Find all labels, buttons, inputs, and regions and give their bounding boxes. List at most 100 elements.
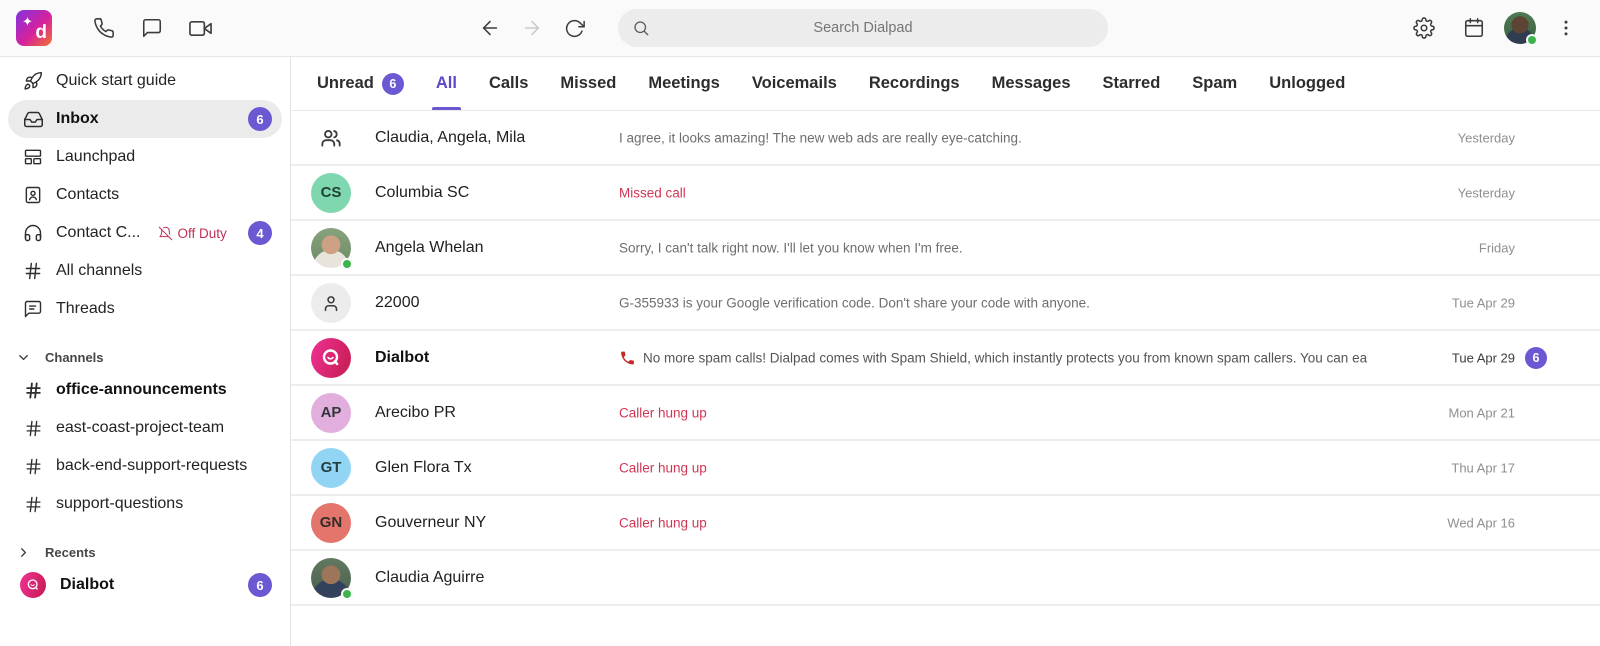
red-phone-icon <box>619 349 636 366</box>
refresh-button[interactable] <box>554 8 594 48</box>
sidebar-channel-support-questions[interactable]: support-questions <box>8 485 282 523</box>
tab-unread[interactable]: Unread 6 <box>317 57 404 110</box>
conversation-name: Angela Whelan <box>375 239 484 257</box>
unread-count-badge: 6 <box>248 107 272 131</box>
conversation-row[interactable]: GT Glen Flora Tx Caller hung up Thu Apr … <box>291 441 1600 496</box>
launchpad-icon <box>22 146 44 168</box>
video-button[interactable] <box>180 8 220 48</box>
conversation-row-dialbot[interactable]: Dialbot No more spam calls! Dialpad come… <box>291 331 1600 386</box>
settings-button[interactable] <box>1404 8 1444 48</box>
online-status-dot <box>1526 34 1538 46</box>
conversation-name: Dialbot <box>375 349 429 367</box>
dialpad-logo[interactable]: ✦ d <box>16 10 52 46</box>
sparkle-icon: ✦ <box>22 15 33 28</box>
conversation-row[interactable]: Claudia Aguirre <box>291 551 1600 606</box>
conversation-name: Gouverneur NY <box>375 514 486 532</box>
sidebar-item-threads[interactable]: Threads <box>8 290 282 328</box>
headset-icon <box>22 222 44 244</box>
forward-button[interactable] <box>512 8 552 48</box>
inbox-icon <box>22 108 44 130</box>
initials-avatar: CS <box>311 173 351 213</box>
contact-card-icon <box>22 184 44 206</box>
sidebar-item-all-channels[interactable]: All channels <box>8 252 282 290</box>
chevron-right-icon <box>16 545 31 560</box>
tab-voicemails[interactable]: Voicemails <box>752 57 837 110</box>
conversation-row[interactable]: Claudia, Angela, Mila I agree, it looks … <box>291 111 1600 166</box>
conversation-name: Arecibo PR <box>375 404 456 422</box>
inbox-tabs: Unread 6 All Calls Missed Meetings Voice… <box>291 57 1600 111</box>
sidebar-item-contact-center[interactable]: Contact C... Off Duty 4 <box>8 214 282 252</box>
conversation-name: Claudia Aguirre <box>375 569 484 587</box>
search-input[interactable] <box>618 9 1108 47</box>
conversation-preview: G-355933 is your Google verification cod… <box>619 295 1370 310</box>
conversation-preview: Sorry, I can't talk right now. I'll let … <box>619 240 1370 255</box>
channels-section-header[interactable]: Channels <box>8 345 282 369</box>
hash-icon <box>22 455 44 477</box>
sidebar-channel-back-end-support-requests[interactable]: back-end-support-requests <box>8 447 282 485</box>
initials-avatar: GT <box>311 448 351 488</box>
conversation-time: Wed Apr 16 <box>1447 515 1515 530</box>
settings-gear-icon <box>1413 17 1435 39</box>
recents-section-header[interactable]: Recents <box>8 540 282 564</box>
kebab-menu-icon <box>1556 18 1576 38</box>
photo-avatar <box>311 228 351 268</box>
conversation-time: Tue Apr 29 <box>1452 350 1515 365</box>
group-avatar-icon <box>311 118 351 158</box>
conversation-row[interactable]: Angela Whelan Sorry, I can't talk right … <box>291 221 1600 276</box>
back-arrow-icon <box>479 17 501 39</box>
chat-button[interactable] <box>132 8 172 48</box>
kebab-menu-button[interactable] <box>1546 8 1586 48</box>
back-button[interactable] <box>470 8 510 48</box>
phone-icon <box>93 17 115 39</box>
calendar-button[interactable] <box>1454 8 1494 48</box>
video-icon <box>189 17 212 40</box>
conversation-time: Yesterday <box>1458 185 1515 200</box>
tab-all[interactable]: All <box>436 57 457 110</box>
sidebar-item-label: Contact C... <box>56 224 140 242</box>
sidebar-item-quick-start-guide[interactable]: Quick start guide <box>8 62 282 100</box>
conversation-name: Glen Flora Tx <box>375 459 472 477</box>
tab-spam[interactable]: Spam <box>1192 57 1237 110</box>
conversation-preview: No more spam calls! Dialpad comes with S… <box>619 349 1370 366</box>
conversation-preview: I agree, it looks amazing! The new web a… <box>619 130 1370 145</box>
tab-starred[interactable]: Starred <box>1103 57 1161 110</box>
unread-count-badge: 6 <box>382 73 404 95</box>
dialbot-avatar <box>20 572 46 598</box>
hash-icon <box>22 493 44 515</box>
tab-missed[interactable]: Missed <box>560 57 616 110</box>
sidebar-item-inbox[interactable]: Inbox 6 <box>8 100 282 138</box>
conversation-row[interactable]: CS Columbia SC Missed call Yesterday <box>291 166 1600 221</box>
search-bar[interactable] <box>618 9 1108 47</box>
conversation-row[interactable]: GN Gouverneur NY Caller hung up Wed Apr … <box>291 496 1600 551</box>
conversation-time: Friday <box>1479 240 1515 255</box>
tab-messages[interactable]: Messages <box>992 57 1071 110</box>
conversation-row[interactable]: AP Arecibo PR Caller hung up Mon Apr 21 <box>291 386 1600 441</box>
channel-label: support-questions <box>56 495 183 513</box>
sidebar-item-contacts[interactable]: Contacts <box>8 176 282 214</box>
conversation-row[interactable]: 22000 G-355933 is your Google verificati… <box>291 276 1600 331</box>
conversation-preview: Missed call <box>619 185 1370 200</box>
hash-icon <box>22 379 44 401</box>
conversation-preview: Caller hung up <box>619 405 1370 420</box>
sidebar-item-launchpad[interactable]: Launchpad <box>8 138 282 176</box>
phone-button[interactable] <box>84 8 124 48</box>
conversation-time: Thu Apr 17 <box>1451 460 1515 475</box>
sidebar-recent-dialbot[interactable]: Dialbot 6 <box>8 566 282 604</box>
initials-avatar: GN <box>311 503 351 543</box>
hash-icon <box>22 260 44 282</box>
rocket-icon <box>22 70 44 92</box>
unread-count-badge: 6 <box>248 573 272 597</box>
sidebar: Quick start guide Inbox 6 Launchpad Cont… <box>0 57 291 646</box>
refresh-icon <box>564 18 585 39</box>
tab-recordings[interactable]: Recordings <box>869 57 960 110</box>
sidebar-channel-east-coast-project-team[interactable]: east-coast-project-team <box>8 409 282 447</box>
conversation-list: Claudia, Angela, Mila I agree, it looks … <box>291 111 1600 646</box>
tab-calls[interactable]: Calls <box>489 57 528 110</box>
bell-off-icon <box>158 226 173 241</box>
top-bar: ✦ d <box>0 0 1600 57</box>
tab-unlogged[interactable]: Unlogged <box>1269 57 1345 110</box>
user-avatar[interactable] <box>1504 12 1536 44</box>
unread-count-badge: 4 <box>248 221 272 245</box>
sidebar-channel-office-announcements[interactable]: office-announcements <box>8 371 282 409</box>
tab-meetings[interactable]: Meetings <box>648 57 720 110</box>
